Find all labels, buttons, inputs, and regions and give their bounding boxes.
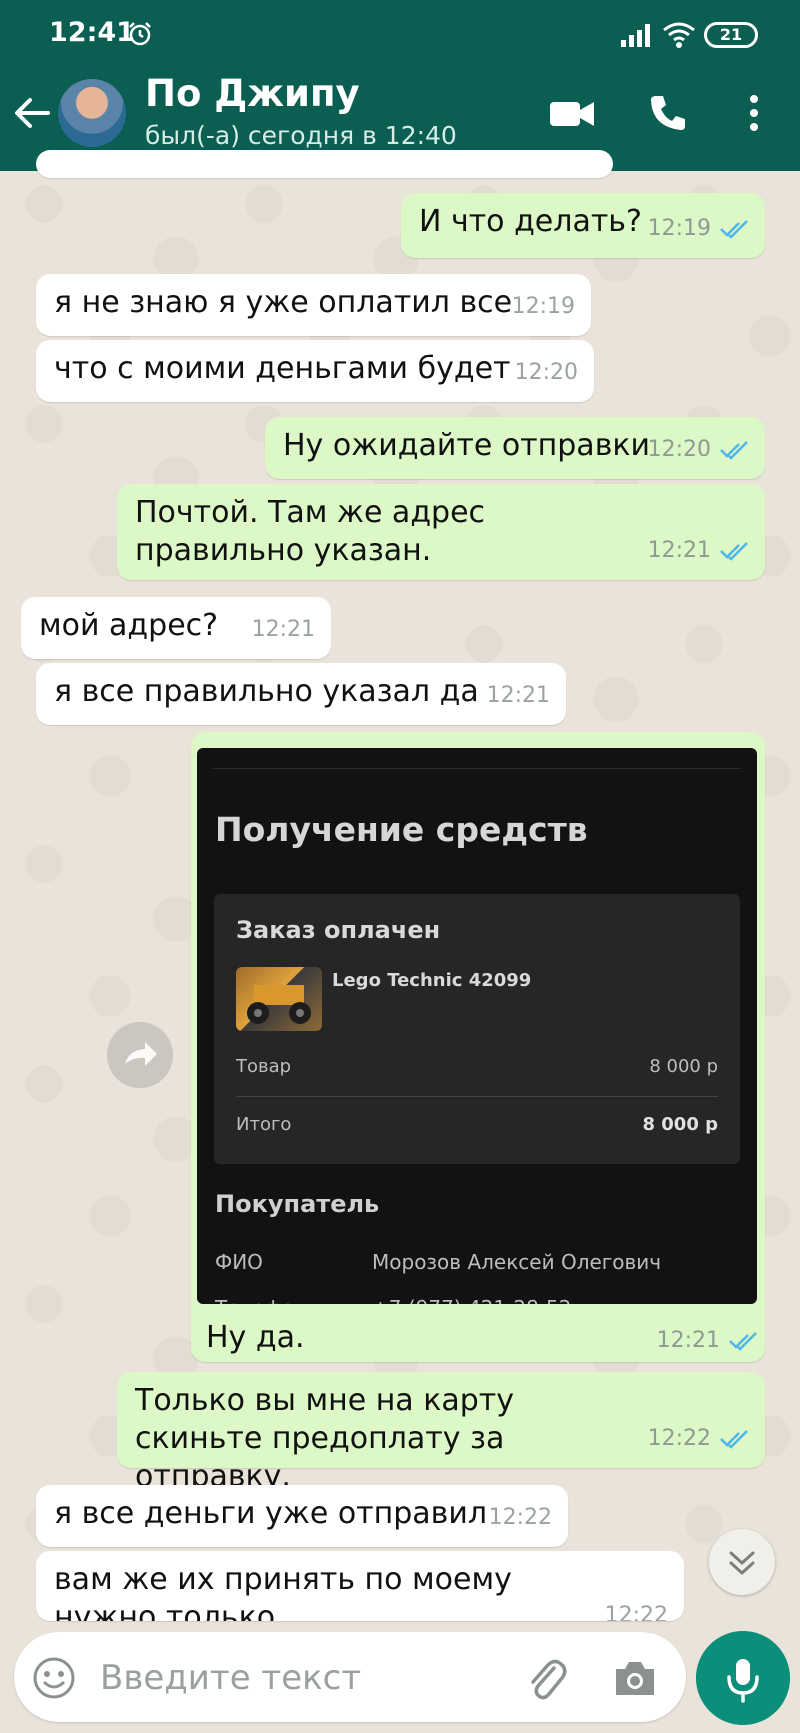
image-title: Получение средств — [215, 810, 588, 849]
buyer-heading: Покупатель — [215, 1190, 380, 1218]
read-ticks-icon — [720, 220, 748, 239]
message-text: что с моими деньгами будет — [54, 351, 511, 386]
contact-last-seen: был(-а) сегодня в 12:40 — [145, 121, 457, 150]
message-meta: 12:20 — [515, 354, 578, 392]
order-status: Заказ оплачен — [236, 916, 441, 944]
read-ticks-icon — [720, 441, 748, 460]
message-text: я не знаю я уже оплатил все — [54, 285, 513, 320]
forward-icon[interactable] — [107, 1022, 173, 1088]
read-ticks-icon — [729, 1331, 757, 1351]
product-name: Lego Technic 42099 — [332, 970, 532, 991]
attached-screenshot-image[interactable]: Получение средств Заказ оплачен Lego Tec… — [197, 748, 757, 1304]
back-arrow-icon[interactable] — [12, 93, 52, 133]
message-time: 12:20 — [514, 360, 578, 385]
read-ticks-icon — [720, 1430, 748, 1449]
message-out[interactable]: И что делать? 12:19 — [401, 193, 765, 258]
message-time: 12:21 — [486, 683, 550, 708]
message-meta: 12:19 — [512, 288, 575, 326]
lego-truck-image — [247, 985, 311, 1024]
avatar[interactable] — [58, 79, 126, 147]
message-meta: 12:21 — [648, 532, 749, 570]
video-call-icon[interactable] — [549, 99, 595, 129]
message-out[interactable]: Только вы мне на карту скиньте предоплат… — [117, 1372, 765, 1494]
message-meta: 12:22 — [648, 1420, 749, 1458]
message-text: И что делать? — [419, 204, 642, 239]
image-caption: Ну да. — [206, 1320, 305, 1355]
message-out[interactable]: Почтой. Там же адрес правильно указан. 1… — [117, 484, 765, 580]
message-in[interactable]: вам же их принять по моему нужно только … — [36, 1551, 684, 1621]
order-card: Заказ оплачен Lego Technic 42099 Товар 8… — [214, 894, 740, 1164]
fio-value: Морозов Алексей Олегович — [372, 1250, 662, 1274]
message-meta: 12:22 — [489, 1499, 552, 1537]
message-meta: 12:21 — [657, 1328, 758, 1353]
battery-indicator: 21 — [704, 22, 758, 48]
attach-icon[interactable] — [524, 1654, 568, 1704]
message-text: Почтой. Там же адрес правильно указан. — [135, 495, 486, 568]
message-time: 12:21 — [251, 617, 315, 642]
message-time: 12:22 — [488, 1505, 552, 1530]
message-text: вам же их принять по моему нужно только — [54, 1562, 512, 1621]
image-divider — [213, 768, 741, 769]
message-meta: 12:20 — [648, 431, 749, 469]
scroll-down-icon[interactable] — [709, 1529, 775, 1595]
message-in[interactable]: я все деньги уже отправил 12:22 — [36, 1485, 568, 1547]
message-time: 12:19 — [647, 216, 711, 241]
message-time: 12:20 — [647, 437, 711, 462]
status-time: 12:41 — [49, 17, 135, 48]
message-in[interactable]: мой адрес? 12:21 — [21, 597, 331, 659]
read-ticks-icon — [720, 542, 748, 561]
message-meta: 12:19 — [648, 210, 749, 248]
message-meta: 12:22 — [605, 1597, 668, 1621]
phone-label: Телефон — [215, 1296, 307, 1304]
message-text: Ну ожидайте отправки — [283, 428, 650, 463]
message-text: мой адрес? — [39, 608, 219, 643]
emoji-icon[interactable] — [32, 1656, 76, 1700]
phone-icon[interactable] — [648, 93, 688, 133]
wifi-icon — [663, 22, 695, 48]
message-bubble-cut — [36, 150, 613, 178]
message-in[interactable]: я все правильно указал да 12:21 — [36, 663, 566, 725]
total-price: 8 000 р — [642, 1114, 718, 1135]
message-time: 12:22 — [647, 1426, 711, 1451]
message-out[interactable]: Ну ожидайте отправки 12:20 — [265, 417, 765, 479]
message-in[interactable]: что с моими деньгами будет 12:20 — [36, 340, 594, 402]
message-time: 12:21 — [656, 1328, 720, 1353]
phone-value: +7 (977) 421-28-52 — [372, 1296, 571, 1304]
message-in[interactable]: я не знаю я уже оплатил все 12:19 — [36, 274, 591, 336]
more-vertical-icon[interactable] — [744, 93, 764, 133]
total-label: Итого — [236, 1114, 292, 1135]
contact-name[interactable]: По Джипу — [145, 72, 360, 115]
camera-icon[interactable] — [612, 1657, 658, 1699]
message-time: 12:21 — [647, 538, 711, 563]
signal-icon — [621, 24, 650, 47]
message-meta: 12:21 — [252, 611, 315, 649]
message-text: я все правильно указал да — [54, 674, 479, 709]
message-time: 12:19 — [511, 294, 575, 319]
card-divider — [236, 1096, 718, 1097]
message-time: 12:22 — [604, 1603, 668, 1621]
mic-icon[interactable] — [696, 1631, 790, 1725]
fio-label: ФИО — [215, 1250, 263, 1274]
message-meta: 12:21 — [487, 677, 550, 715]
product-thumbnail — [236, 967, 322, 1031]
message-input[interactable] — [98, 1652, 462, 1704]
item-label: Товар — [236, 1056, 292, 1077]
message-text: я все деньги уже отправил — [54, 1496, 488, 1531]
item-price: 8 000 р — [649, 1056, 718, 1077]
alarm-icon — [129, 22, 151, 46]
